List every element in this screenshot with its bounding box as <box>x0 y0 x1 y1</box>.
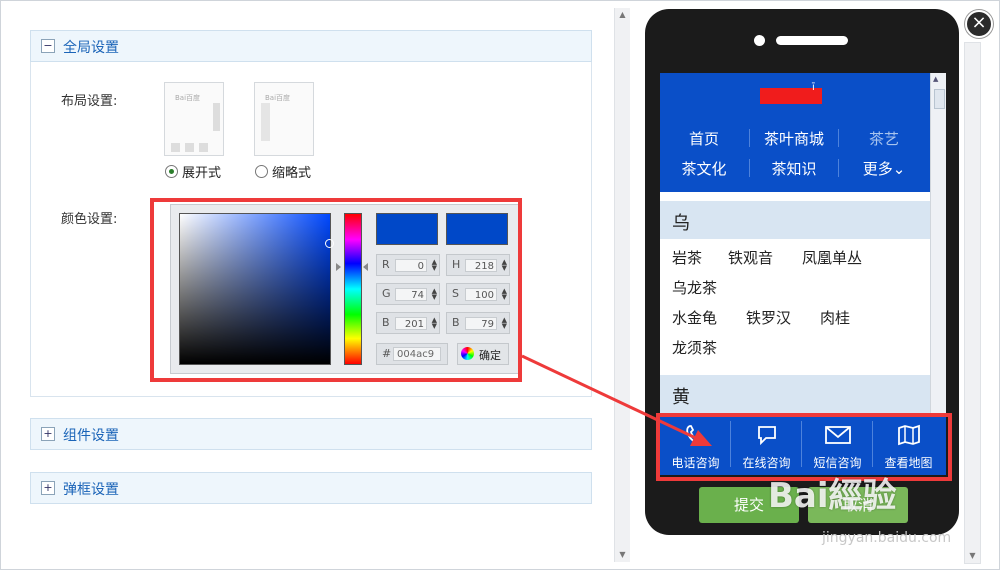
scroll-down-icon[interactable]: ▼ <box>965 549 980 563</box>
preview-scrollbar[interactable]: ▼ <box>964 42 981 564</box>
watermark-url: jingyan.baidu.com <box>822 530 952 546</box>
close-button[interactable]: × <box>965 10 993 38</box>
watermark-logo: Bai經验 <box>768 476 897 516</box>
